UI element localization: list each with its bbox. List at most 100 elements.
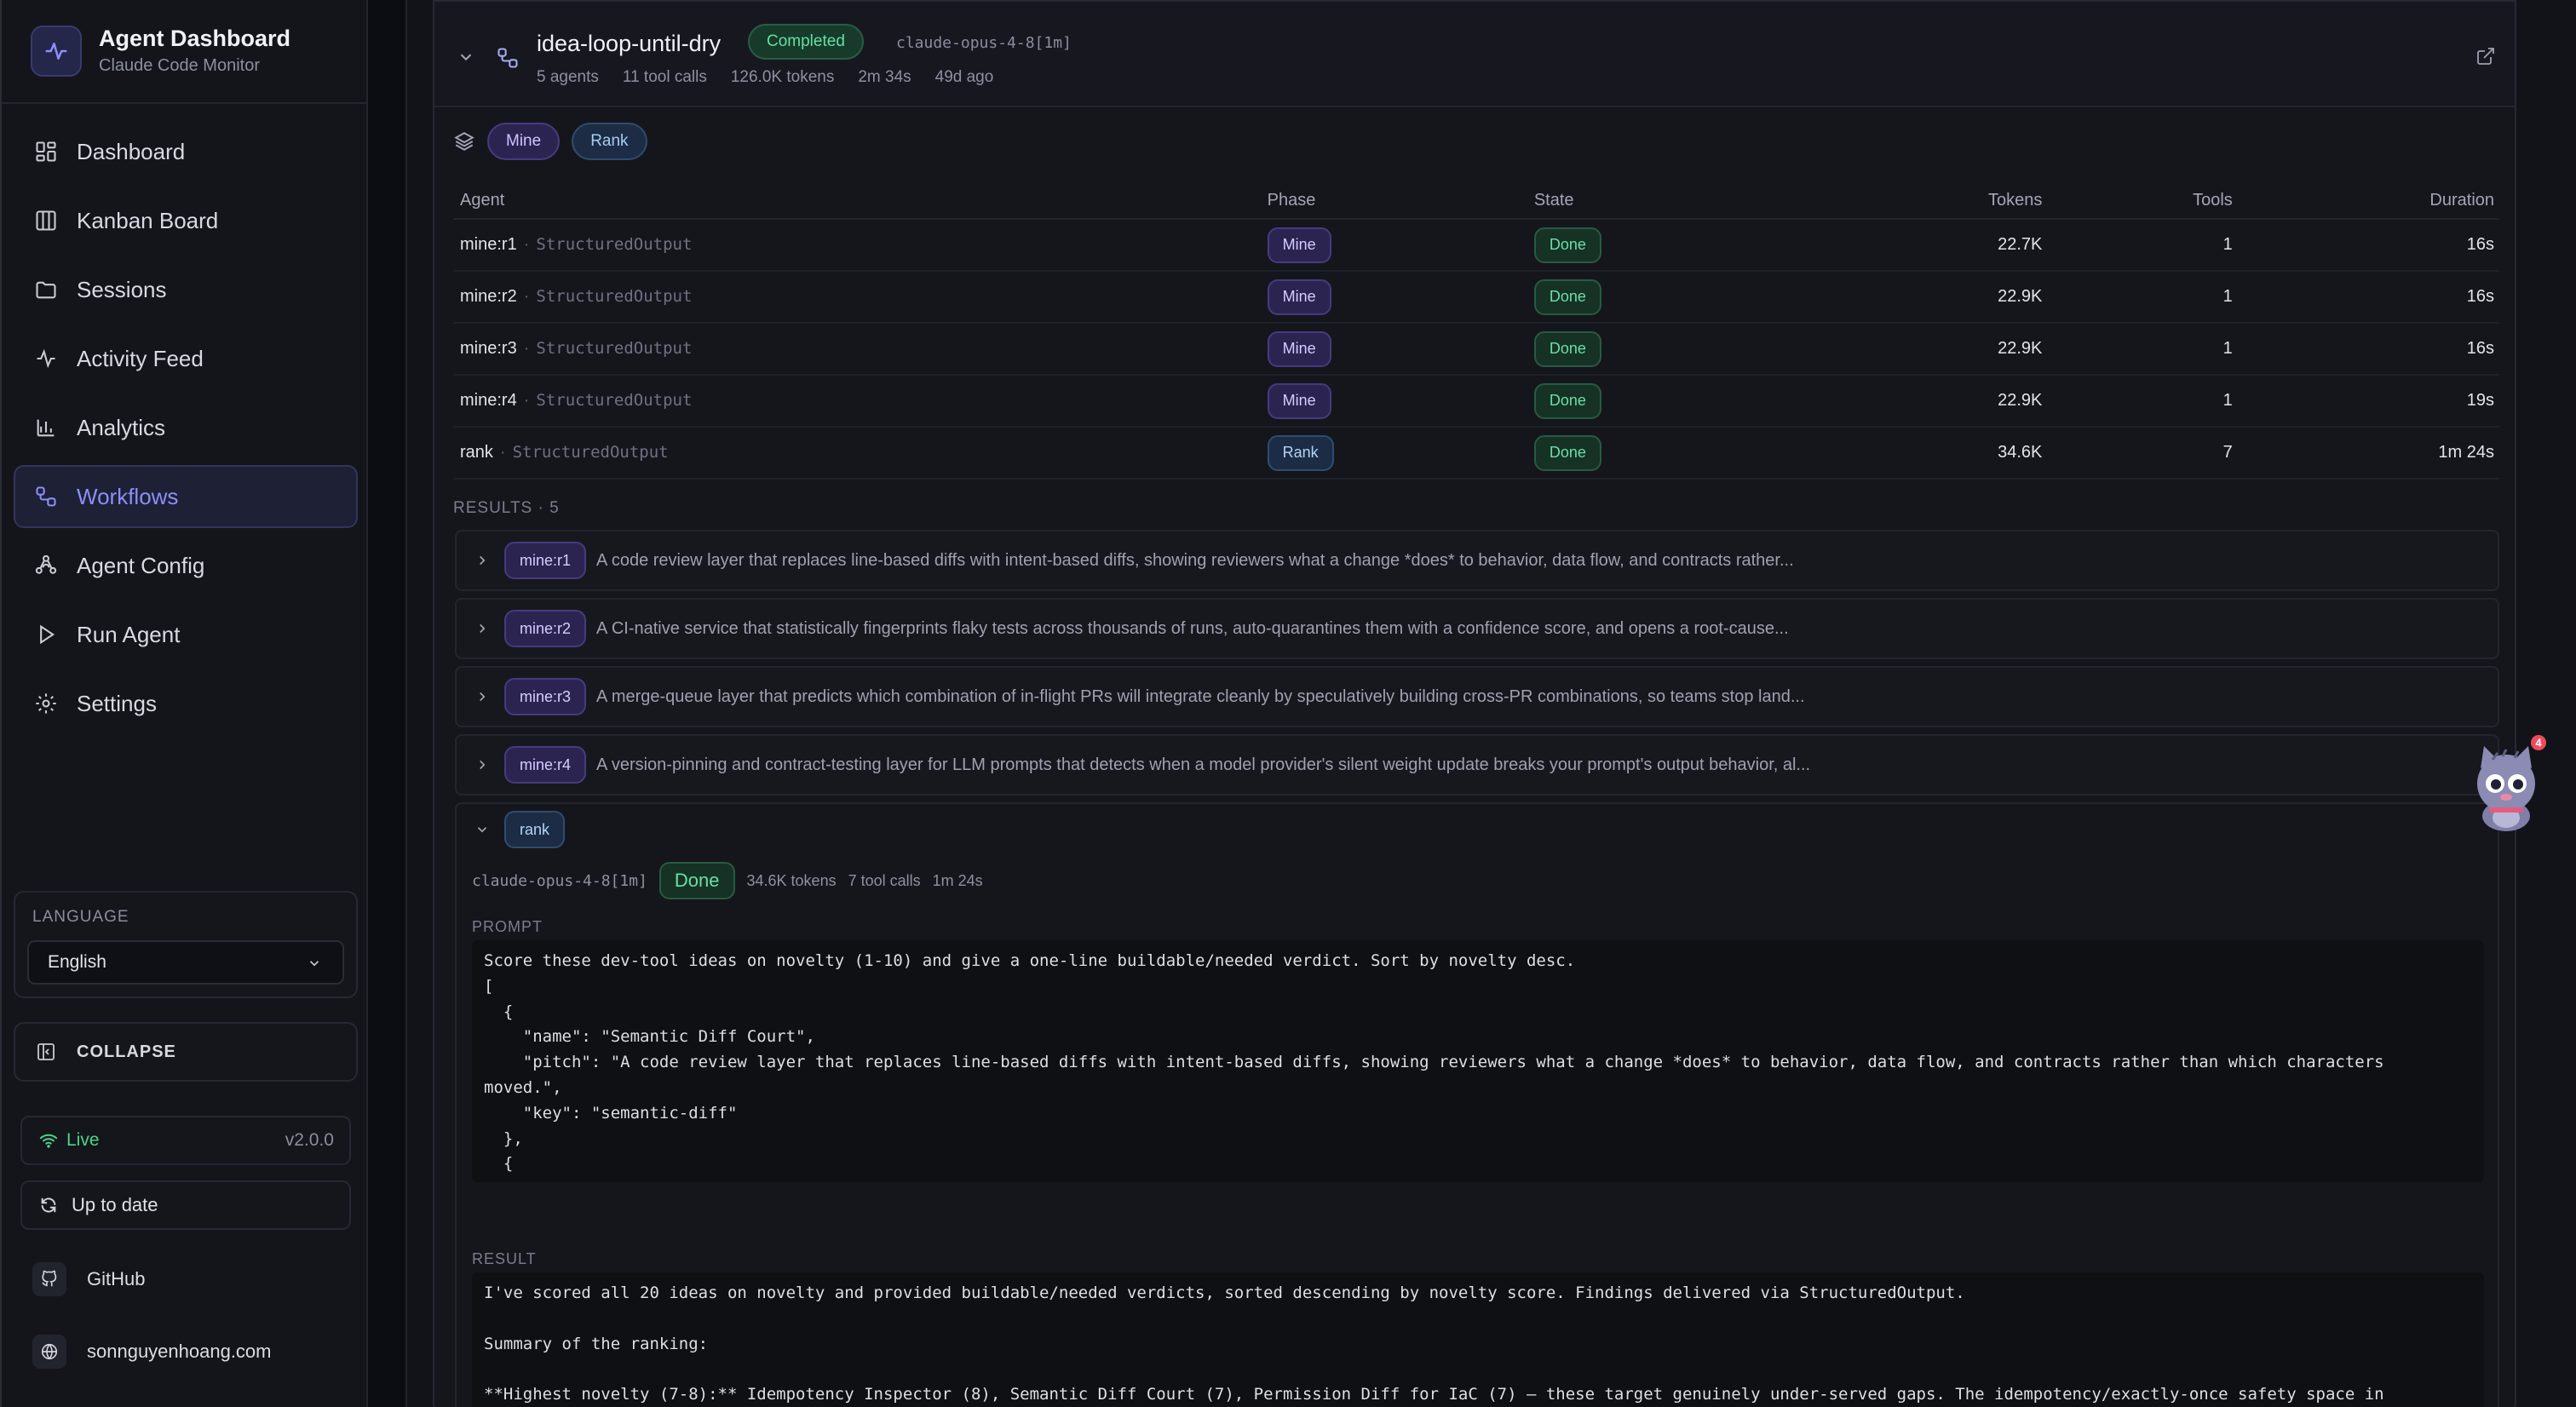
github-icon: [32, 1262, 66, 1296]
col-phase: Phase: [1267, 190, 1316, 210]
nav-item-kanban[interactable]: Kanban Board: [14, 189, 358, 252]
agent-count: 5 agents: [537, 68, 599, 86]
workflow-header[interactable]: idea-loop-until-dry Completed claude-opu…: [434, 2, 2515, 107]
chevron-down-icon: [309, 961, 319, 967]
agent-name: mine:r3: [460, 339, 517, 358]
chevron-right-icon: [480, 692, 486, 702]
nav-label: Activity Feed: [77, 345, 204, 371]
phase-badge: Mine: [1267, 382, 1331, 419]
state-badge: Done: [1533, 227, 1601, 263]
prompt-label: PROMPT: [472, 918, 543, 935]
globe-icon: [32, 1335, 66, 1369]
bar-chart-icon: [37, 419, 55, 437]
kanban-icon: [36, 210, 56, 231]
agent-tool: StructuredOutput: [536, 339, 693, 358]
chevron-down-icon: [477, 827, 487, 833]
nav-item-activity-feed[interactable]: Activity Feed: [14, 327, 358, 390]
layers-icon: [454, 132, 474, 151]
result-agent-badge: rank: [504, 811, 566, 848]
nav-item-run-agent[interactable]: Run Agent: [14, 603, 358, 666]
cat-mascot-icon[interactable]: 4: [2467, 734, 2549, 835]
nav-item-workflows[interactable]: Workflows: [14, 465, 358, 528]
table-row[interactable]: mine:r2 · StructuredOutput Mine Done 22.9K…: [453, 272, 2499, 324]
col-tools: Tools: [2193, 190, 2233, 210]
nav-label: Agent Config: [77, 552, 205, 578]
nav-item-dashboard[interactable]: Dashboard: [14, 120, 358, 183]
agent-tool: StructuredOutput: [536, 287, 693, 306]
tools-cell: 1: [2222, 339, 2233, 358]
tools-cell: 1: [2222, 235, 2233, 254]
nav-label: Analytics: [77, 414, 166, 440]
workflow-name: idea-loop-until-dry: [537, 31, 722, 56]
result-item[interactable]: mine:r3 A merge-queue layer that predict…: [455, 666, 2499, 727]
tokens-cell: 22.7K: [1998, 235, 2043, 254]
svg-text:4: 4: [2535, 737, 2542, 749]
tokens-cell: 34.6K: [1998, 443, 2043, 462]
col-agent: Agent: [460, 190, 505, 210]
collapse-icon: [37, 1043, 55, 1060]
table-row[interactable]: rank · StructuredOutput Rank Done 34.6K 7 …: [453, 428, 2499, 480]
tool-call-count: 11 tool calls: [622, 68, 707, 86]
nav-label: Run Agent: [77, 621, 181, 647]
duration: 2m 34s: [858, 68, 911, 86]
nav-label: Kanban Board: [77, 207, 219, 233]
workflow-icon: [36, 486, 56, 507]
model-label: claude-opus-4-8[1m]: [472, 871, 647, 890]
main-content: idea-loop-until-dry Completed claude-opu…: [405, 0, 2576, 1407]
activity-icon: [37, 348, 55, 369]
nav-item-sessions[interactable]: Sessions: [14, 258, 358, 321]
result-agent-badge: mine:r1: [504, 542, 587, 579]
app-title: Agent Dashboard: [99, 26, 291, 51]
tools-cell: 1: [2222, 287, 2233, 306]
update-label: Up to date: [72, 1194, 158, 1215]
result-agent-badge: mine:r2: [504, 610, 587, 647]
rank-result-expanded: rank claude-opus-4-8[1m] Done 34.6K toke…: [455, 802, 2499, 1407]
phase-chip-rank[interactable]: Rank: [572, 123, 647, 160]
result-item[interactable]: mine:r4 A version-pinning and contract-t…: [455, 734, 2499, 795]
phase-chip-mine[interactable]: Mine: [487, 123, 561, 160]
agents-table: Agent Phase State Tokens Tools Duration …: [453, 182, 2499, 480]
nav-label: Settings: [77, 690, 157, 716]
state-badge: Done: [1533, 382, 1601, 419]
state-badge: Done: [1533, 330, 1601, 367]
chevron-right-icon: [480, 623, 486, 634]
col-state: State: [1533, 190, 1574, 210]
app-subtitle: Claude Code Monitor: [99, 56, 260, 75]
nav-item-analytics[interactable]: Analytics: [14, 396, 358, 459]
external-link-icon[interactable]: [2475, 46, 2496, 66]
collapse-button[interactable]: COLLAPSE: [14, 1022, 358, 1082]
version-label: v2.0.0: [285, 1130, 334, 1150]
duration-cell: 16s: [2466, 287, 2495, 306]
duration: 1m 24s: [932, 871, 983, 889]
language-select[interactable]: English: [27, 940, 344, 985]
result-text: I've scored all 20 ideas on novelty and …: [472, 1272, 2484, 1407]
chevron-down-icon[interactable]: [457, 48, 475, 66]
table-row[interactable]: mine:r4 · StructuredOutput Mine Done 22.9K…: [453, 376, 2499, 428]
refresh-icon: [41, 1197, 56, 1213]
nav-item-agent-config[interactable]: Agent Config: [14, 534, 358, 597]
table-row[interactable]: mine:r3 · StructuredOutput Mine Done 22.9K…: [453, 324, 2499, 376]
nav-label: Dashboard: [77, 138, 186, 164]
agent-name: rank: [460, 443, 493, 462]
agent-tool: StructuredOutput: [512, 443, 669, 462]
collapse-label: COLLAPSE: [77, 1042, 176, 1061]
website-link[interactable]: sonnguyenhoang.com: [32, 1333, 272, 1370]
github-link[interactable]: GitHub: [32, 1261, 145, 1298]
agent-tool: StructuredOutput: [536, 391, 693, 410]
phase-badge: Mine: [1267, 227, 1331, 263]
play-icon: [40, 624, 55, 645]
result-item[interactable]: mine:r2 A CI-native service that statist…: [455, 598, 2499, 659]
phase-badge: Rank: [1267, 434, 1334, 471]
nav-item-settings[interactable]: Settings: [14, 672, 358, 735]
agent-name: mine:r1: [460, 235, 517, 254]
token-count: 34.6K tokens: [746, 871, 837, 889]
phase-filter: Mine Rank: [453, 123, 647, 160]
table-row[interactable]: mine:r1 · StructuredOutput Mine Done 22.7K…: [453, 220, 2499, 272]
rank-result-header[interactable]: rank: [460, 811, 566, 848]
chevron-right-icon: [480, 555, 486, 566]
tool-call-count: 7 tool calls: [848, 871, 921, 889]
update-button[interactable]: Up to date: [20, 1180, 351, 1230]
rank-meta: claude-opus-4-8[1m] Done 34.6K tokens 7 …: [472, 862, 983, 899]
prompt-text: Score these dev-tool ideas on novelty (1…: [472, 940, 2484, 1182]
result-item[interactable]: mine:r1 A code review layer that replace…: [455, 530, 2499, 591]
